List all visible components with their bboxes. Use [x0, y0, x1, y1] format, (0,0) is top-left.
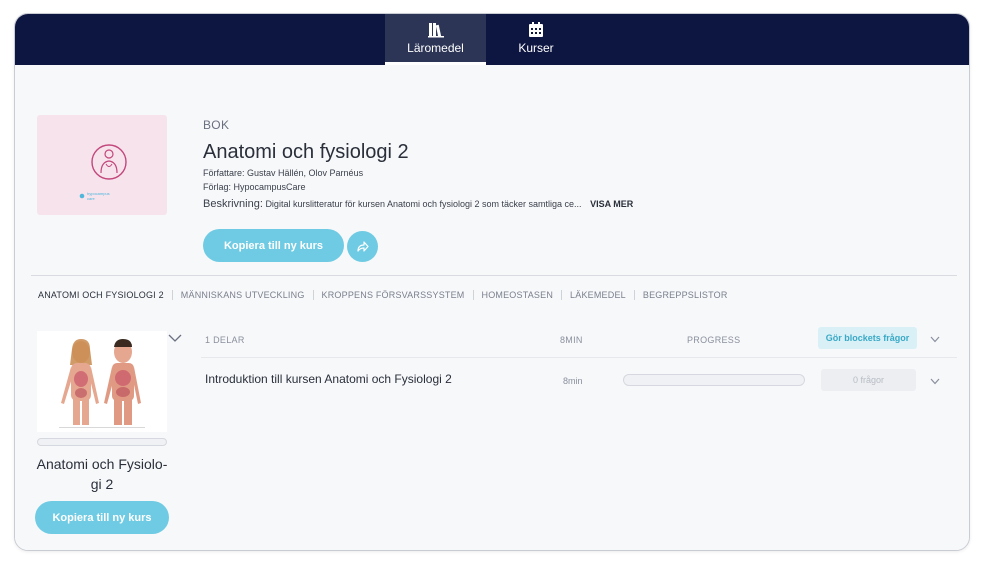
book-publisher: Förlag: HypocampusCare — [203, 182, 306, 192]
lesson-title[interactable]: Introduktion till kursen Anatomi och Fys… — [205, 372, 452, 386]
tab-laromedel[interactable]: Läromedel — [385, 14, 486, 65]
section-divider — [31, 275, 957, 276]
lesson-progress-bar — [623, 374, 805, 386]
book-title: Anatomi och fysiologi 2 — [203, 141, 409, 163]
show-more-link[interactable]: VISA MER — [590, 199, 633, 209]
lesson-minutes: 8min — [563, 376, 583, 386]
book-type-label: BOK — [203, 118, 230, 132]
total-minutes: 8MIN — [560, 335, 583, 345]
chapter-thumbnail — [37, 331, 167, 432]
tab-label: Kurser — [518, 41, 554, 55]
chapter-tab[interactable]: KROPPENS FÖRSVARSSYSTEM — [312, 290, 473, 300]
description-text: Digital kurslitteratur för kursen Anatom… — [265, 199, 582, 209]
top-navigation: Läromedel Kurser — [15, 14, 969, 65]
block-questions-button[interactable]: Gör blockets frågor — [818, 327, 917, 349]
chapter-tab[interactable]: MÄNNISKANS UTVECKLING — [171, 290, 313, 300]
chapter-tabs: ANATOMI OCH FYSIOLOGI 2 MÄNNISKANS UTVECK… — [38, 290, 736, 304]
app-window: Läromedel Kurser hypocampus care BOK Ana… — [14, 13, 970, 551]
tab-label: Läromedel — [407, 41, 464, 55]
main-content: hypocampus care BOK Anatomi och fysiolog… — [15, 65, 969, 550]
svg-text:care: care — [87, 196, 96, 201]
book-description: Beskrivning: Digital kurslitteratur för … — [203, 198, 633, 210]
chevron-down-icon[interactable] — [168, 333, 182, 343]
books-icon — [427, 23, 444, 38]
hypocampus-logo: hypocampus care — [79, 144, 127, 201]
chapter-title: Anatomi och Fysiolo-gi 2 — [36, 456, 168, 492]
calendar-icon — [529, 22, 543, 37]
description-label: Beskrivning: — [203, 198, 263, 210]
parts-count: 1 DELAR — [205, 335, 245, 345]
chapter-tab[interactable]: ANATOMI OCH FYSIOLOGI 2 — [38, 290, 172, 300]
anatomy-illustration — [59, 339, 145, 428]
share-button[interactable] — [347, 231, 378, 262]
chevron-down-icon[interactable] — [930, 378, 940, 385]
copy-to-new-course-button[interactable]: Kopiera till ny kurs — [203, 229, 344, 262]
tab-kurser[interactable]: Kurser — [486, 14, 586, 65]
chapter-progress-bar — [37, 438, 167, 446]
book-cover: hypocampus care — [37, 115, 167, 215]
chevron-down-icon[interactable] — [930, 336, 940, 343]
lesson-questions-button[interactable]: 0 frågor — [821, 369, 916, 391]
chapter-tab[interactable]: BEGREPPSLISTOR — [633, 290, 736, 300]
chapter-tab[interactable]: HOMEOSTASEN — [472, 290, 562, 300]
book-authors: Författare: Gustav Hällén, Olov Parnéus — [203, 168, 364, 178]
chapter-tab[interactable]: LÄKEMEDEL — [561, 290, 634, 300]
list-divider — [201, 357, 957, 358]
progress-header: PROGRESS — [687, 335, 741, 345]
share-icon — [357, 241, 369, 252]
copy-chapter-to-new-course-button[interactable]: Kopiera till ny kurs — [35, 501, 169, 534]
